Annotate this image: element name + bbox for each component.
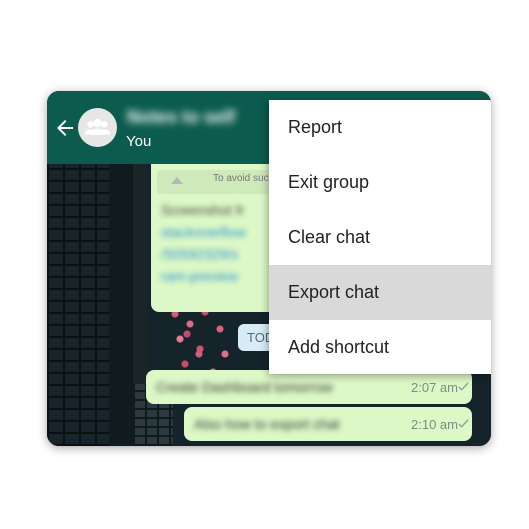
message-bubble[interactable]: Also how to export chat 2:10 am [184, 407, 472, 441]
message-link-line[interactable]: ram-preview [161, 268, 238, 284]
caret-up-icon [171, 177, 183, 184]
chat-subtitle[interactable]: You [126, 133, 151, 150]
message-link-line[interactable]: /50592329/s [161, 246, 238, 262]
message-link-line[interactable]: stackoverflow [161, 224, 246, 240]
message-text-line: Screenshot fr [161, 202, 245, 218]
group-icon [84, 118, 111, 135]
menu-item-report[interactable]: Report [269, 100, 491, 155]
wallpaper-bricks [47, 164, 109, 446]
group-avatar[interactable] [78, 108, 117, 147]
message-bubble[interactable]: Create Dashboard tomorrow 2:07 am [146, 370, 472, 404]
message-text: Create Dashboard tomorrow [156, 379, 333, 395]
chat-title[interactable]: Notes to self [127, 107, 235, 128]
menu-item-add-shortcut[interactable]: Add shortcut [269, 320, 491, 375]
whatsapp-screen: Notes to self You To avoid such Screensh… [47, 91, 491, 446]
menu-item-exit-group[interactable]: Exit group [269, 155, 491, 210]
message-time: 2:07 am [411, 380, 458, 395]
message-text: Also how to export chat [194, 416, 340, 432]
menu-item-clear-chat[interactable]: Clear chat [269, 210, 491, 265]
menu-item-export-chat[interactable]: Export chat [269, 265, 491, 320]
link-preview-text: To avoid such [213, 173, 275, 184]
overflow-menu: Report Exit group Clear chat Export chat… [269, 100, 491, 374]
message-time: 2:10 am [411, 417, 458, 432]
arrow-left-icon[interactable] [53, 116, 77, 140]
check-icon [458, 382, 469, 391]
check-icon [458, 419, 469, 428]
